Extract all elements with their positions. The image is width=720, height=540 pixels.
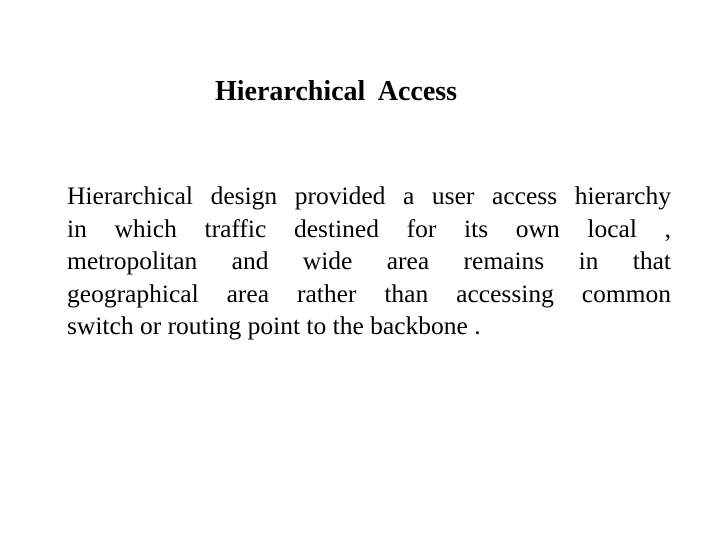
body-line: switch or routing point to the backbone … [67, 311, 481, 340]
body-line: Hierarchical design provided a user acce… [67, 181, 671, 210]
slide-title: Hierarchical Access [215, 76, 458, 107]
body-line: in which traffic destined for its own lo… [67, 213, 671, 243]
body-line: geographical area rather than accessing … [67, 278, 671, 308]
body-line: metropolitan and wide area remains in th… [67, 246, 671, 275]
body-paragraph: Hierarchical design provided a user acce… [67, 180, 671, 343]
